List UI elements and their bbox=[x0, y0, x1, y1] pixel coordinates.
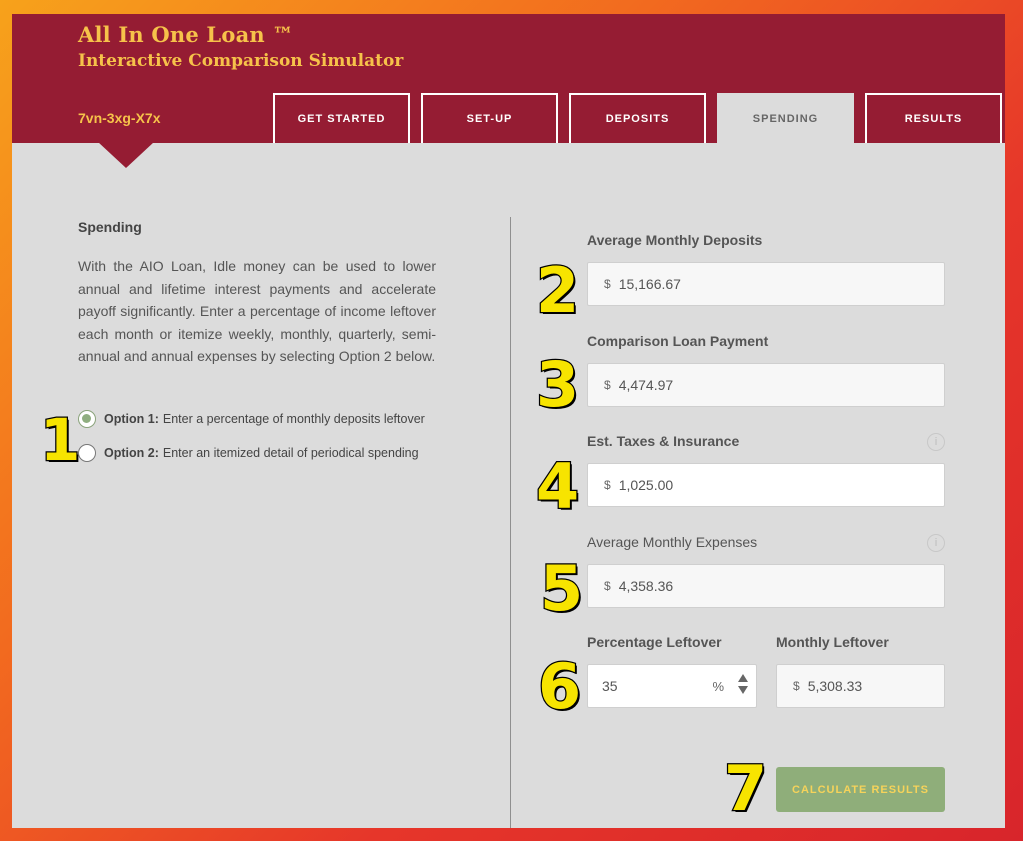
calculate-results-button[interactable]: CALCULATE RESULTS bbox=[776, 767, 945, 812]
annotation-6: 6 bbox=[537, 649, 583, 725]
currency-symbol: $ bbox=[604, 579, 611, 593]
percentage-stepper[interactable]: 35 % bbox=[587, 664, 757, 708]
option-1-text: Enter a percentage of monthly deposits l… bbox=[162, 412, 425, 426]
currency-symbol: $ bbox=[604, 378, 611, 392]
tab-spending[interactable]: SPENDING bbox=[717, 93, 854, 143]
taxes-value: 1,025.00 bbox=[618, 477, 674, 493]
app-subtitle: Interactive Comparison Simulator bbox=[78, 51, 404, 71]
annotation-3: 3 bbox=[535, 347, 581, 423]
leftover-value: 5,308.33 bbox=[807, 678, 863, 694]
simulator-app: All In One Loan ™ Interactive Comparison… bbox=[12, 14, 1005, 828]
taxes-field[interactable]: $ 1,025.00 bbox=[587, 463, 945, 507]
tab-get-started[interactable]: GET STARTED bbox=[273, 93, 410, 143]
option-2-label: Option 2: bbox=[104, 446, 159, 460]
session-code: 7vn-3xg-X7x bbox=[78, 110, 161, 126]
annotation-5: 5 bbox=[539, 551, 585, 627]
app-header: All In One Loan ™ Interactive Comparison… bbox=[12, 14, 1005, 143]
payment-field[interactable]: $ 4,474.97 bbox=[587, 363, 945, 407]
info-icon[interactable]: i bbox=[927, 534, 945, 552]
option-2-text: Enter an itemized detail of periodical s… bbox=[162, 446, 419, 460]
currency-symbol: $ bbox=[604, 478, 611, 492]
percentage-label: Percentage Leftover bbox=[587, 634, 722, 650]
deposits-label: Average Monthly Deposits bbox=[587, 232, 763, 248]
tab-deposits[interactable]: DEPOSITS bbox=[569, 93, 706, 143]
option-1[interactable]: Option 1: Enter a percentage of monthly … bbox=[78, 410, 425, 428]
annotation-1: 1 bbox=[39, 405, 82, 476]
tab-results[interactable]: RESULTS bbox=[865, 93, 1002, 143]
currency-symbol: $ bbox=[793, 679, 800, 693]
app-title: All In One Loan ™ bbox=[78, 22, 294, 47]
chevron-down-icon[interactable] bbox=[738, 686, 748, 694]
currency-symbol: $ bbox=[604, 277, 611, 291]
expenses-field[interactable]: $ 4,358.36 bbox=[587, 564, 945, 608]
annotation-2: 2 bbox=[535, 253, 581, 329]
payment-value: 4,474.97 bbox=[618, 377, 674, 393]
payment-label: Comparison Loan Payment bbox=[587, 333, 769, 349]
tab-set-up[interactable]: SET-UP bbox=[421, 93, 558, 143]
deposits-field[interactable]: $ 15,166.67 bbox=[587, 262, 945, 306]
column-divider bbox=[510, 217, 511, 828]
option-1-label: Option 1: bbox=[104, 412, 159, 426]
leftover-label: Monthly Leftover bbox=[776, 634, 889, 650]
info-icon[interactable]: i bbox=[927, 433, 945, 451]
chevron-up-icon[interactable] bbox=[738, 674, 748, 682]
expenses-label: Average Monthly Expenses bbox=[587, 534, 758, 550]
section-description: With the AIO Loan, Idle money can be use… bbox=[78, 258, 436, 364]
percent-sign: % bbox=[712, 678, 724, 694]
percentage-value: 35 bbox=[602, 678, 618, 694]
option-2-radio[interactable] bbox=[78, 444, 96, 462]
stepper-arrows[interactable] bbox=[738, 674, 748, 694]
leftover-field[interactable]: $ 5,308.33 bbox=[776, 664, 945, 708]
header-pointer bbox=[98, 142, 154, 168]
annotation-4: 4 bbox=[535, 449, 581, 525]
section-title: Spending bbox=[78, 219, 142, 235]
deposits-value: 15,166.67 bbox=[618, 276, 681, 292]
annotation-7: 7 bbox=[723, 751, 769, 827]
expenses-value: 4,358.36 bbox=[618, 578, 674, 594]
option-2[interactable]: Option 2: Enter an itemized detail of pe… bbox=[78, 444, 419, 462]
option-1-radio[interactable] bbox=[78, 410, 96, 428]
taxes-label: Est. Taxes & Insurance bbox=[587, 433, 740, 449]
